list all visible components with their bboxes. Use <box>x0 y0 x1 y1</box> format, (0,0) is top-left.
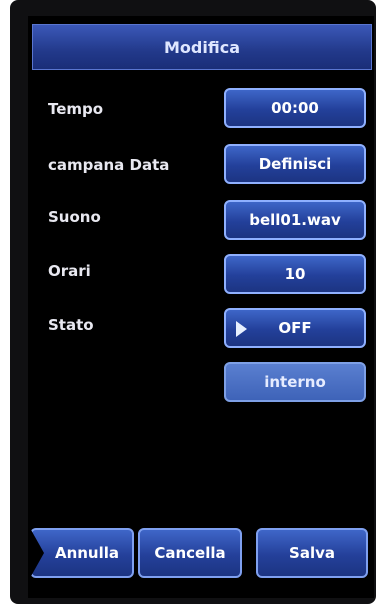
times-label: Orari <box>48 262 91 280</box>
tempo-button[interactable]: 00:00 <box>224 88 366 128</box>
delete-label: Cancella <box>154 544 226 562</box>
save-button[interactable]: Salva <box>256 528 368 578</box>
times-button[interactable]: 10 <box>224 254 366 294</box>
page-title: Modifica <box>32 24 372 70</box>
page-title-text: Modifica <box>164 37 240 57</box>
bell-date-label: campana Data <box>48 156 170 174</box>
sound-label: Suono <box>48 208 101 226</box>
internal-button[interactable]: interno <box>224 362 366 402</box>
device-frame: Modifica Tempo 00:00 campana Data Defini… <box>10 0 376 604</box>
state-label: Stato <box>48 316 94 334</box>
sound-button[interactable]: bell01.wav <box>224 200 366 240</box>
save-label: Salva <box>289 544 335 562</box>
tempo-label: Tempo <box>48 100 104 118</box>
play-arrow-icon <box>236 321 247 337</box>
internal-label: interno <box>264 373 326 391</box>
state-value: OFF <box>278 319 312 337</box>
delete-button[interactable]: Cancella <box>138 528 242 578</box>
cancel-back-button[interactable]: Annulla <box>30 528 134 578</box>
screen: Modifica Tempo 00:00 campana Data Defini… <box>28 16 374 598</box>
back-arrow-icon <box>30 528 44 578</box>
bottom-bar: Annulla Cancella Salva <box>28 528 374 582</box>
times-value: 10 <box>284 265 306 283</box>
tempo-value: 00:00 <box>271 99 319 117</box>
sound-value: bell01.wav <box>249 211 341 229</box>
bell-date-button[interactable]: Definisci <box>224 144 366 184</box>
bell-date-value: Definisci <box>258 155 332 173</box>
cancel-back-label: Annulla <box>54 544 120 562</box>
state-toggle-button[interactable]: OFF <box>224 308 366 348</box>
